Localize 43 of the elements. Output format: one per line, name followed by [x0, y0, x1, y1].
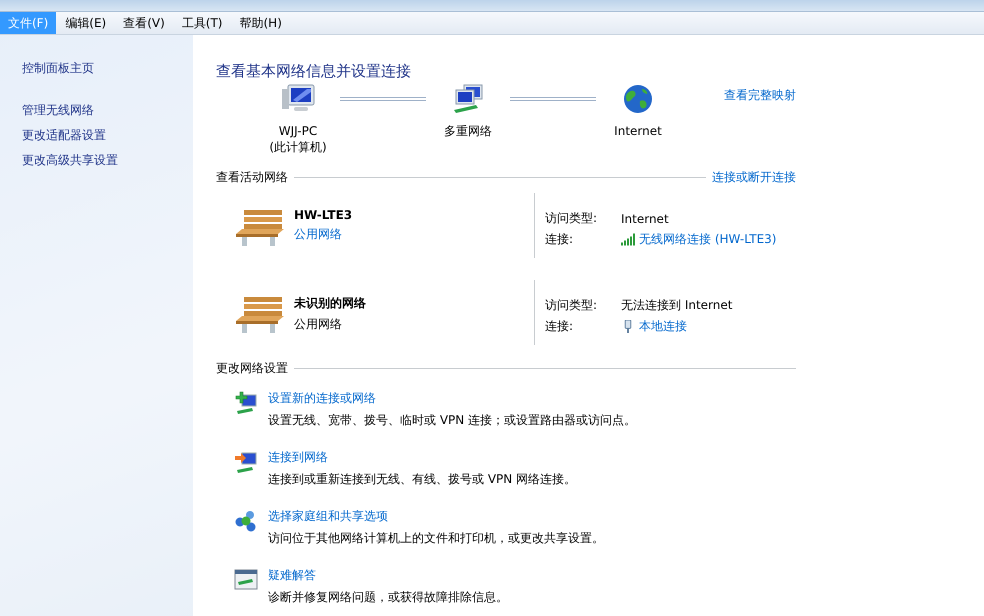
full-map-link[interactable]: 查看完整映射 [724, 87, 796, 104]
menu-item[interactable]: 查看(V) [115, 12, 173, 34]
access-type-value: 无法连接到 Internet [621, 297, 732, 314]
page-title: 查看基本网络信息并设置连接 [216, 61, 412, 81]
task-description: 设置无线、宽带、拨号、临时或 VPN 连接；或设置路由器或访问点。 [268, 412, 636, 429]
task-link[interactable]: 选择家庭组和共享选项 [268, 508, 604, 525]
new-connection-icon [234, 391, 258, 415]
network-type-link[interactable]: 公用网络 [294, 226, 352, 243]
access-type-value: Internet [621, 212, 669, 226]
access-type-label: 访问类型: [545, 210, 598, 227]
task-link[interactable]: 疑难解答 [268, 567, 508, 584]
homegroup-icon [234, 509, 258, 533]
section-heading: 更改网络设置 [216, 360, 288, 377]
task-description: 连接到或重新连接到无线、有线、拨号或 VPN 网络连接。 [268, 471, 576, 488]
troubleshoot-icon [234, 568, 258, 592]
connection-label: 连接: [545, 318, 574, 335]
connect-disconnect-link[interactable]: 连接或断开连接 [712, 169, 796, 186]
sidebar-link[interactable]: 更改高级共享设置 [22, 151, 118, 169]
connect-network-icon [234, 450, 258, 474]
sidebar-link[interactable]: 管理无线网络 [22, 101, 94, 119]
network-name: 未识别的网络 [294, 295, 366, 312]
menu-item[interactable]: 编辑(E) [57, 12, 114, 34]
node-label: WJJ-PC [278, 123, 318, 139]
task-link[interactable]: 连接到网络 [268, 449, 576, 466]
task-description: 访问位于其他网络计算机上的文件和打印机，或更改共享设置。 [268, 530, 604, 547]
menu-item[interactable]: 帮助(H) [232, 12, 290, 34]
node-label: 多重网络 [444, 123, 492, 139]
network-name: HW-LTE3 [294, 208, 352, 222]
sidebar-link[interactable]: 控制面板主页 [22, 59, 94, 77]
access-type-label: 访问类型: [545, 297, 598, 314]
section-heading: 查看活动网络 [216, 169, 288, 186]
node-sublabel: (此计算机) [269, 139, 327, 155]
task-description: 诊断并修复网络问题，或获得故障排除信息。 [268, 589, 508, 606]
node-label: Internet [614, 123, 662, 139]
menu-item[interactable]: 工具(T) [174, 12, 230, 34]
task-link[interactable]: 设置新的连接或网络 [268, 390, 636, 407]
connection-link[interactable]: 本地连接 [639, 318, 687, 335]
sidebar-link[interactable]: 更改适配器设置 [22, 126, 106, 144]
network-type: 公用网络 [294, 316, 343, 333]
menu-item[interactable]: 文件(F) [0, 12, 56, 34]
connection-label: 连接: [545, 231, 574, 248]
signal-icon [621, 233, 635, 246]
connection-link[interactable]: 无线网络连接 (HW-LTE3) [639, 231, 776, 248]
